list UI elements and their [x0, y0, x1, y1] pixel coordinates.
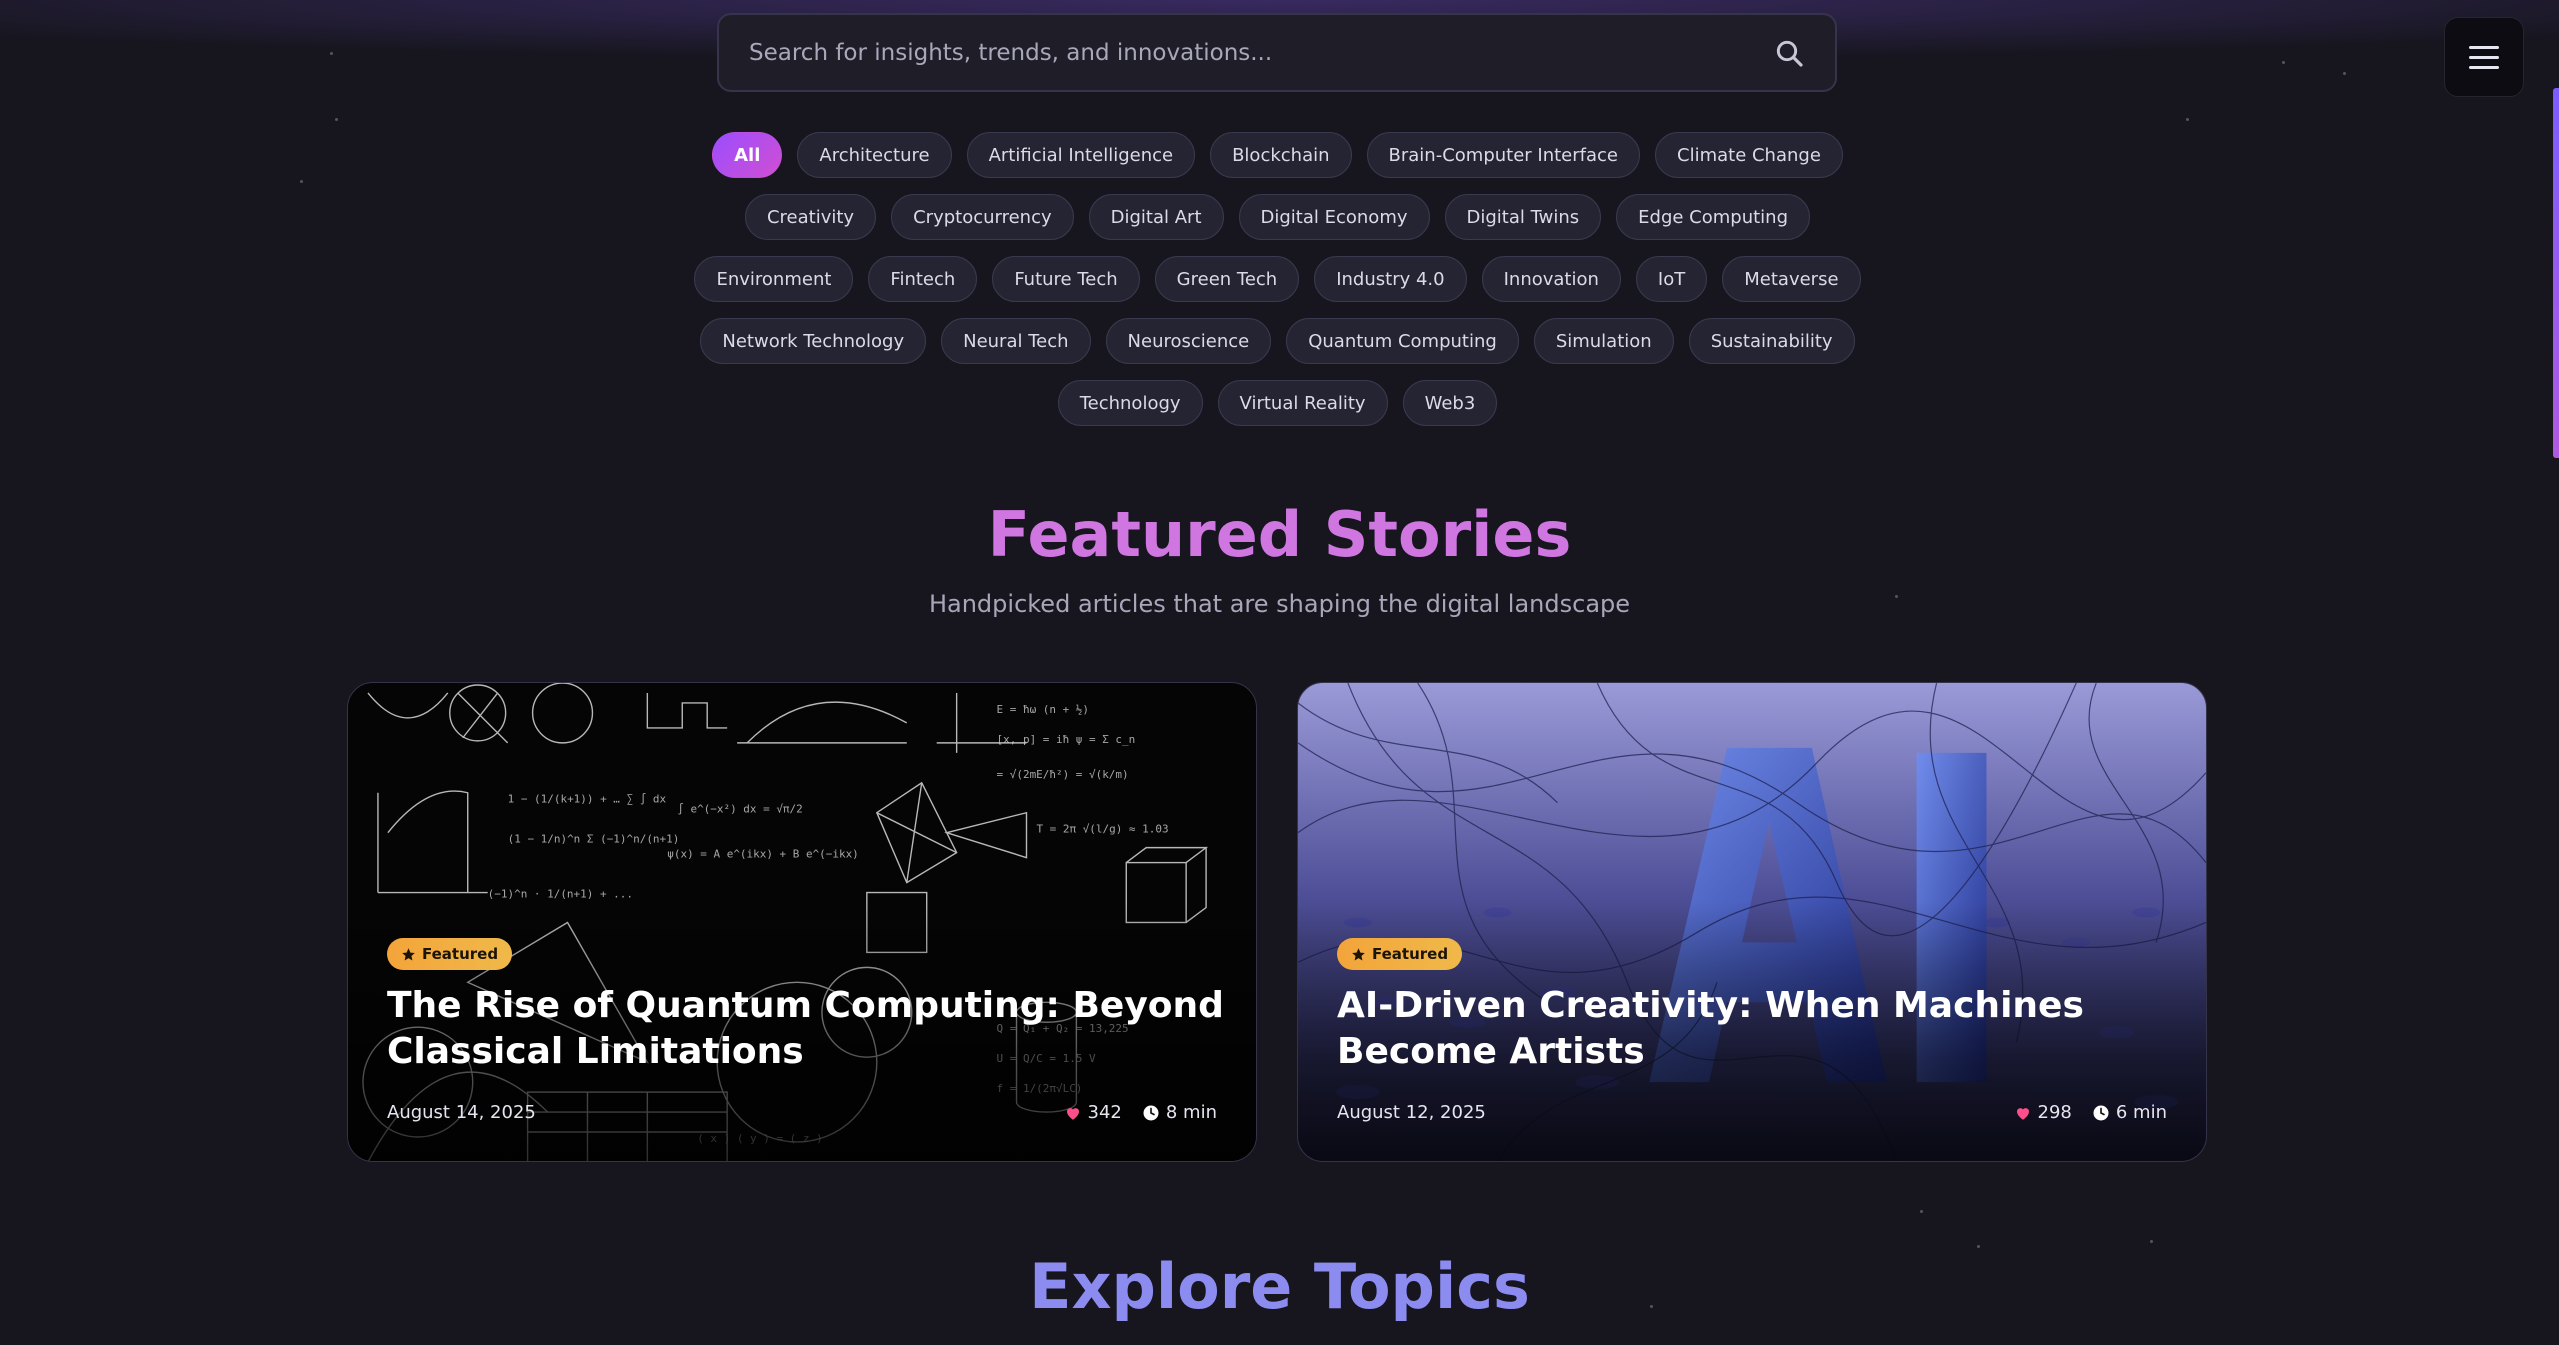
read-time: 6 min — [2092, 1102, 2167, 1123]
card-title[interactable]: AI-Driven Creativity: When Machines Beco… — [1337, 983, 2177, 1075]
explore-heading: Explore Topics — [1029, 1250, 1530, 1323]
category-chip-fintech[interactable]: Fintech — [868, 256, 978, 302]
svg-text:1 − (1/(k+1)) + … ∑ ∫ dx: 1 − (1/(k+1)) + … ∑ ∫ dx — [508, 793, 667, 806]
category-chip-brain-computer-interface[interactable]: Brain-Computer Interface — [1366, 132, 1640, 178]
likes-count[interactable]: 342 — [1064, 1102, 1122, 1123]
category-chip-industry-4-0[interactable]: Industry 4.0 — [1314, 256, 1467, 302]
category-chip-edge-computing[interactable]: Edge Computing — [1616, 194, 1811, 240]
search-bar — [717, 13, 1837, 92]
category-chip-digital-art[interactable]: Digital Art — [1088, 194, 1224, 240]
category-row: Technology Virtual Reality Web3 — [1057, 380, 1498, 426]
category-chip-cryptocurrency[interactable]: Cryptocurrency — [891, 194, 1074, 240]
featured-subtitle: Handpicked articles that are shaping the… — [928, 590, 1631, 618]
svg-text:E = ħω (n + ½): E = ħω (n + ½) — [997, 703, 1089, 716]
featured-card[interactable]: Featured AI-Driven Creativity: When Mach… — [1297, 682, 2207, 1162]
category-chip-virtual-reality[interactable]: Virtual Reality — [1217, 380, 1388, 426]
svg-text:ψ(x) = A e^(ikx) + B e^(−ikx): ψ(x) = A e^(ikx) + B e^(−ikx) — [667, 848, 859, 861]
clock-icon — [2093, 1105, 2109, 1120]
category-chip-network-technology[interactable]: Network Technology — [700, 318, 927, 364]
scroll-indicator[interactable] — [2553, 88, 2559, 458]
category-chip-digital-economy[interactable]: Digital Economy — [1238, 194, 1430, 240]
star-icon — [402, 947, 415, 960]
card-date: August 14, 2025 — [387, 1102, 536, 1123]
search-icon[interactable] — [1773, 37, 1805, 69]
category-chip-all[interactable]: All — [712, 132, 783, 178]
category-chip-environment[interactable]: Environment — [694, 256, 854, 302]
heart-icon — [2016, 1107, 2029, 1120]
card-date: August 12, 2025 — [1337, 1102, 1486, 1123]
category-chip-simulation[interactable]: Simulation — [1533, 318, 1674, 364]
svg-text:= √(2mE/ħ²) = √(k/m): = √(2mE/ħ²) = √(k/m) — [997, 768, 1129, 781]
featured-card[interactable]: 1 − (1/(k+1)) + … ∑ ∫ dx ∫ e^(−x²) dx = … — [347, 682, 1257, 1162]
featured-badge: Featured — [387, 938, 513, 970]
svg-text:[x, p] = iħ ψ = Σ c_n: [x, p] = iħ ψ = Σ c_n — [997, 733, 1136, 746]
category-row: All Architecture Artificial Intelligence Bl… — [712, 132, 1843, 178]
category-chip-metaverse[interactable]: Metaverse — [1722, 256, 1861, 302]
category-row: Environment Fintech Future Tech Green Tech I… — [694, 256, 1861, 302]
featured-heading: Featured Stories — [987, 498, 1572, 571]
category-chip-future-tech[interactable]: Future Tech — [992, 256, 1140, 302]
read-time: 8 min — [1142, 1102, 1217, 1123]
category-chip-quantum-computing[interactable]: Quantum Computing — [1286, 318, 1519, 364]
category-row: Network Technology Neural Tech Neuroscienc… — [700, 318, 1855, 364]
category-chip-digital-twins[interactable]: Digital Twins — [1444, 194, 1602, 240]
star-icon — [1352, 947, 1365, 960]
category-chip-green-tech[interactable]: Green Tech — [1154, 256, 1300, 302]
featured-badge: Featured — [1337, 938, 1463, 970]
category-chip-artificial-intelligence[interactable]: Artificial Intelligence — [966, 132, 1196, 178]
category-filter: All Architecture Artificial Intelligence Bl… — [694, 132, 1861, 426]
svg-text:T = 2π √(l/g) ≈ 1.03: T = 2π √(l/g) ≈ 1.03 — [1036, 823, 1168, 836]
clock-icon — [1143, 1105, 1159, 1120]
category-chip-web3[interactable]: Web3 — [1402, 380, 1498, 426]
card-meta: 342 8 min — [1064, 1102, 1217, 1123]
category-chip-architecture[interactable]: Architecture — [797, 132, 952, 178]
badge-label: Featured — [422, 945, 499, 963]
likes-count[interactable]: 298 — [2014, 1102, 2072, 1123]
card-title[interactable]: The Rise of Quantum Computing: Beyond Cl… — [387, 983, 1227, 1075]
category-chip-neural-tech[interactable]: Neural Tech — [941, 318, 1091, 364]
category-chip-creativity[interactable]: Creativity — [744, 194, 877, 240]
category-chip-climate-change[interactable]: Climate Change — [1655, 132, 1843, 178]
category-row: Creativity Cryptocurrency Digital Art Digit… — [744, 194, 1811, 240]
card-meta: 298 6 min — [2014, 1102, 2167, 1123]
category-chip-technology[interactable]: Technology — [1057, 380, 1203, 426]
svg-text:∫ e^(−x²) dx = √π/2: ∫ e^(−x²) dx = √π/2 — [677, 803, 802, 816]
svg-text:(1 − 1/n)^n Σ (−1)^n/(n+1): (1 − 1/n)^n Σ (−1)^n/(n+1) — [508, 833, 680, 846]
svg-text:(−1)^n · 1/(n+1) + ...: (−1)^n · 1/(n+1) + ... — [488, 888, 633, 901]
category-chip-neuroscience[interactable]: Neuroscience — [1105, 318, 1272, 364]
badge-label: Featured — [1372, 945, 1449, 963]
search-input[interactable] — [749, 39, 1773, 66]
category-chip-sustainability[interactable]: Sustainability — [1688, 318, 1855, 364]
menu-button[interactable] — [2444, 17, 2524, 97]
category-chip-iot[interactable]: IoT — [1635, 256, 1708, 302]
hamburger-menu-icon — [2469, 45, 2499, 49]
category-chip-innovation[interactable]: Innovation — [1481, 256, 1621, 302]
heart-icon — [1066, 1107, 1079, 1120]
category-chip-blockchain[interactable]: Blockchain — [1210, 132, 1352, 178]
